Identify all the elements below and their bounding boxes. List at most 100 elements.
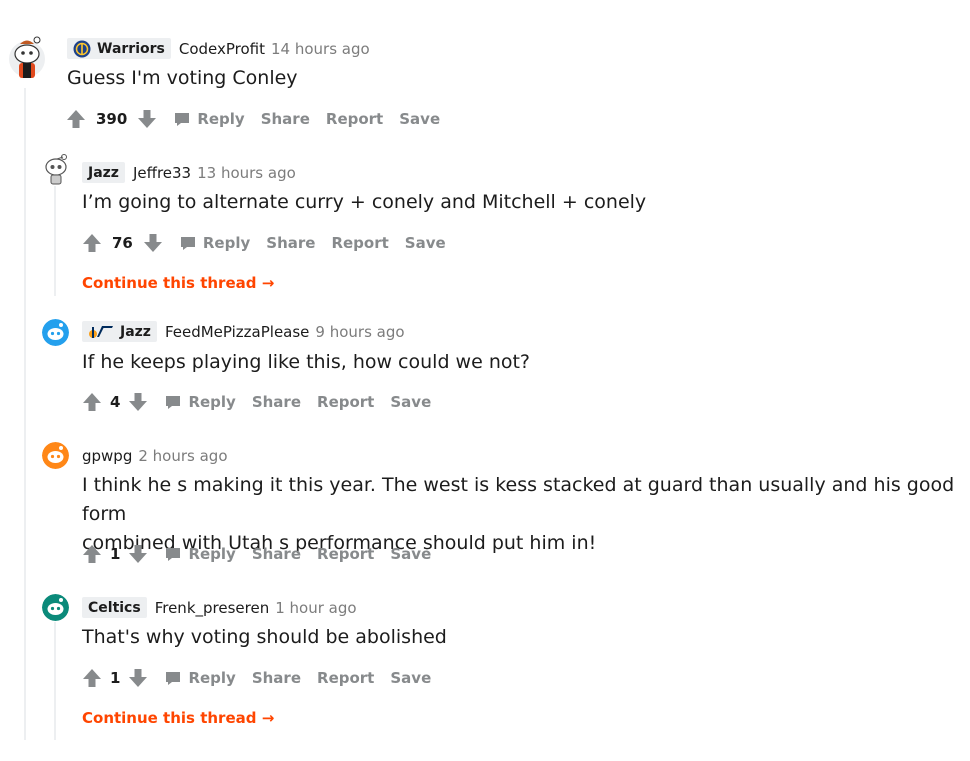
- comment-body: Guess I'm voting Conley: [67, 67, 298, 89]
- share-button[interactable]: Share: [252, 669, 301, 687]
- share-button[interactable]: Share: [252, 393, 301, 411]
- upvote-icon: [67, 110, 85, 128]
- thread-line-reply-1[interactable]: [54, 186, 56, 296]
- upvote-button[interactable]: [80, 666, 104, 690]
- upvote-icon: [83, 234, 101, 252]
- comment-meta: gpwpg 2 hours ago: [82, 447, 228, 465]
- reply-label: Reply: [188, 545, 236, 563]
- downvote-icon: [138, 110, 157, 128]
- user-flair: Warriors: [67, 38, 171, 59]
- warriors-logo-icon: [73, 40, 91, 58]
- snoo-avatar-icon: [42, 319, 69, 346]
- downvote-button[interactable]: [126, 542, 150, 566]
- share-button[interactable]: Share: [266, 234, 315, 252]
- share-button[interactable]: Share: [252, 545, 301, 563]
- downvote-icon: [129, 393, 148, 411]
- comment-actions: 390 Reply Share Report Save: [64, 107, 440, 131]
- upvote-icon: [83, 393, 101, 411]
- downvote-icon: [129, 545, 148, 563]
- share-button[interactable]: Share: [261, 110, 310, 128]
- comment-actions: 1 Reply Share Report Save: [80, 666, 431, 690]
- report-button[interactable]: Report: [317, 545, 374, 563]
- timestamp[interactable]: 14 hours ago: [271, 40, 370, 58]
- upvote-icon: [83, 669, 101, 687]
- jazz-logo-icon: [89, 326, 113, 338]
- upvote-button[interactable]: [80, 231, 104, 255]
- comment-icon: [180, 237, 195, 250]
- upvote-icon: [83, 545, 101, 563]
- username-link[interactable]: Frenk_preseren: [155, 599, 270, 617]
- reply-button[interactable]: Reply: [173, 110, 245, 128]
- snoo-avatar-icon: [45, 154, 67, 185]
- save-button[interactable]: Save: [390, 669, 431, 687]
- reply-button[interactable]: Reply: [179, 234, 250, 252]
- thread-line-root[interactable]: [24, 88, 26, 740]
- user-flair: Jazz: [82, 321, 157, 342]
- flair-label: Jazz: [88, 165, 119, 181]
- report-button[interactable]: Report: [317, 393, 374, 411]
- vote-score: 76: [112, 234, 133, 252]
- user-flair: Celtics: [82, 597, 147, 618]
- comment-actions: 76 Reply Share Report Save: [80, 231, 446, 255]
- username-link[interactable]: gpwpg: [82, 447, 132, 465]
- timestamp[interactable]: 2 hours ago: [138, 447, 227, 465]
- reply-label: Reply: [202, 234, 251, 252]
- username-link[interactable]: FeedMePizzaPlease: [165, 323, 309, 341]
- comment-meta: Jazz Jeffre33 13 hours ago: [82, 162, 296, 183]
- report-button[interactable]: Report: [317, 669, 374, 687]
- comment-meta: Celtics Frenk_preseren 1 hour ago: [82, 597, 357, 618]
- snoo-avatar-icon: [9, 36, 45, 78]
- comment-body: I’m going to alternate curry + conely an…: [82, 191, 647, 213]
- vote-score: 1: [110, 669, 121, 687]
- timestamp[interactable]: 1 hour ago: [275, 599, 356, 617]
- comment-body: If he keeps playing like this, how could…: [82, 351, 531, 373]
- username-link[interactable]: CodexProfit: [179, 40, 265, 58]
- avatar[interactable]: [42, 594, 69, 621]
- reply-button[interactable]: Reply: [164, 669, 236, 687]
- vote-score: 4: [110, 393, 121, 411]
- reply-label: Reply: [188, 669, 236, 687]
- upvote-button[interactable]: [64, 107, 88, 131]
- downvote-button[interactable]: [141, 231, 165, 255]
- avatar[interactable]: [42, 154, 70, 186]
- report-button[interactable]: Report: [331, 234, 388, 252]
- username-link[interactable]: Jeffre33: [133, 164, 191, 182]
- timestamp[interactable]: 13 hours ago: [197, 164, 296, 182]
- flair-label: Jazz: [120, 324, 151, 340]
- avatar[interactable]: [6, 32, 48, 82]
- continue-thread-link[interactable]: Continue this thread →: [82, 709, 274, 727]
- timestamp[interactable]: 9 hours ago: [315, 323, 404, 341]
- upvote-button[interactable]: [80, 390, 104, 414]
- reply-label: Reply: [188, 393, 236, 411]
- comment-actions: 4 Reply Share Report Save: [80, 390, 431, 414]
- comment-icon: [166, 548, 181, 561]
- save-button[interactable]: Save: [405, 234, 446, 252]
- comment-actions: 1 Reply Share Report Save: [80, 542, 431, 566]
- downvote-icon: [129, 669, 148, 687]
- save-button[interactable]: Save: [399, 110, 440, 128]
- comment-icon: [175, 113, 190, 126]
- save-button[interactable]: Save: [390, 545, 431, 563]
- snoo-avatar-icon: [42, 442, 69, 469]
- downvote-button[interactable]: [126, 666, 150, 690]
- report-button[interactable]: Report: [326, 110, 383, 128]
- avatar[interactable]: [42, 442, 69, 469]
- user-flair: Jazz: [82, 162, 125, 183]
- reply-label: Reply: [197, 110, 245, 128]
- flair-label: Celtics: [88, 600, 141, 616]
- reply-button[interactable]: Reply: [164, 393, 236, 411]
- avatar[interactable]: [42, 319, 69, 346]
- downvote-icon: [143, 234, 162, 252]
- downvote-button[interactable]: [135, 107, 159, 131]
- upvote-button[interactable]: [80, 542, 104, 566]
- comment-meta: Jazz FeedMePizzaPlease 9 hours ago: [82, 321, 405, 342]
- downvote-button[interactable]: [126, 390, 150, 414]
- comment-body-line: I think he s making it this year. The we…: [82, 474, 955, 525]
- continue-thread-link[interactable]: Continue this thread →: [82, 274, 274, 292]
- reply-button[interactable]: Reply: [164, 545, 236, 563]
- snoo-avatar-icon: [42, 594, 69, 621]
- vote-score: 1: [110, 545, 121, 563]
- comment-meta: Warriors CodexProfit 14 hours ago: [67, 38, 370, 59]
- thread-line-reply-5[interactable]: [54, 622, 56, 740]
- save-button[interactable]: Save: [390, 393, 431, 411]
